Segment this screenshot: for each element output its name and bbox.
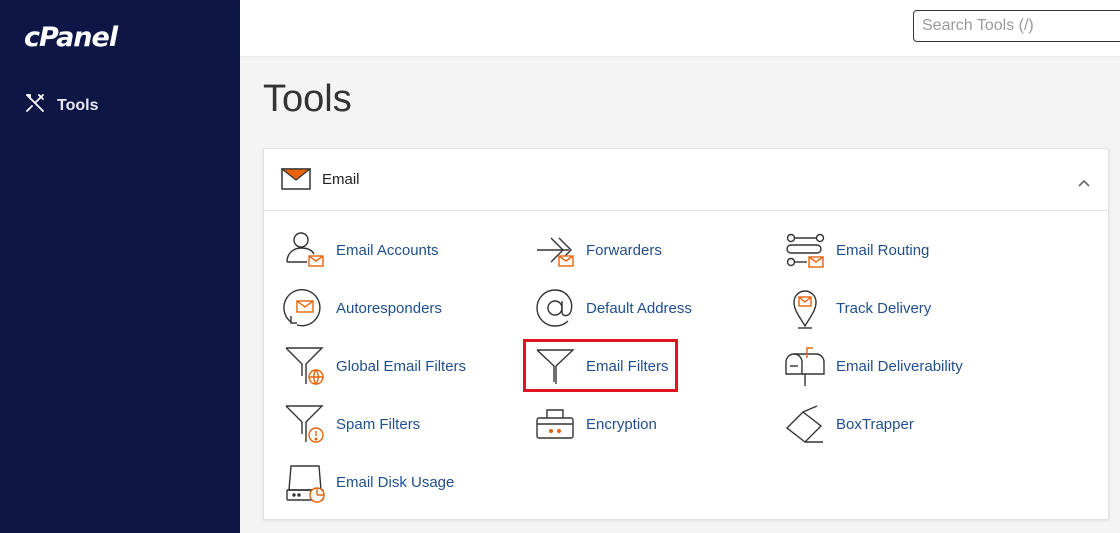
tool-label: Autoresponders [336, 299, 442, 317]
at-sign-icon [532, 285, 578, 331]
mailbox-icon [782, 343, 828, 389]
tool-label: Email Routing [836, 241, 930, 259]
tool-autoresponders[interactable]: Autoresponders [282, 285, 442, 331]
tool-encryption[interactable]: Encryption [532, 401, 657, 447]
tool-label: Spam Filters [336, 415, 421, 433]
tool-spam-filters[interactable]: Spam Filters [282, 401, 420, 447]
tool-label: BoxTrapper [836, 415, 914, 433]
sidebar-item-label: Tools [57, 96, 99, 114]
email-section-header[interactable]: Email [264, 149, 1108, 211]
email-routing-icon [782, 227, 828, 273]
tool-label: Default Address [586, 299, 692, 317]
tool-track-delivery[interactable]: Track Delivery [782, 285, 931, 331]
boxtrapper-icon [782, 401, 828, 447]
chevron-up-icon[interactable] [1078, 174, 1090, 192]
tool-default-address[interactable]: Default Address [532, 285, 692, 331]
envelope-icon [280, 168, 312, 195]
cpanel-logo[interactable]: cPanel [24, 22, 118, 53]
forwarders-icon [532, 227, 578, 273]
tool-global-email-filters[interactable]: Global Email Filters [282, 343, 466, 389]
tool-email-accounts[interactable]: Email Accounts [282, 227, 439, 273]
sidebar: cPanel Tools [0, 0, 240, 533]
email-section: Email Email Accounts Forwarders Email Ro… [263, 148, 1109, 520]
tool-label: Track Delivery [836, 299, 932, 317]
tool-label: Email Deliverability [836, 357, 963, 375]
global-filter-icon [282, 343, 328, 389]
encryption-icon [532, 401, 578, 447]
email-accounts-icon [282, 227, 328, 273]
tool-label: Email Disk Usage [336, 473, 455, 491]
tool-forwarders[interactable]: Forwarders [532, 227, 662, 273]
top-bar [240, 0, 1120, 56]
tools-icon [24, 92, 46, 119]
tool-label: Forwarders [586, 241, 662, 259]
disk-usage-icon [282, 459, 328, 505]
tool-label: Email Accounts [336, 241, 439, 259]
spam-filter-icon [282, 401, 328, 447]
section-title: Email [322, 171, 360, 188]
tool-email-filters[interactable]: Email Filters [532, 343, 669, 389]
tool-label: Email Filters [586, 357, 669, 375]
tool-label: Global Email Filters [336, 357, 467, 375]
sidebar-item-tools[interactable]: Tools [24, 92, 98, 119]
filter-icon [532, 343, 578, 389]
tool-email-deliverability[interactable]: Email Deliverability [782, 343, 963, 389]
location-pin-icon [782, 285, 828, 331]
autoresponders-icon [282, 285, 328, 331]
tool-label: Encryption [586, 415, 657, 433]
page-title: Tools [263, 78, 352, 120]
search-input[interactable] [913, 10, 1120, 42]
tool-boxtrapper[interactable]: BoxTrapper [782, 401, 914, 447]
tool-email-disk-usage[interactable]: Email Disk Usage [282, 459, 454, 505]
tool-email-routing[interactable]: Email Routing [782, 227, 929, 273]
